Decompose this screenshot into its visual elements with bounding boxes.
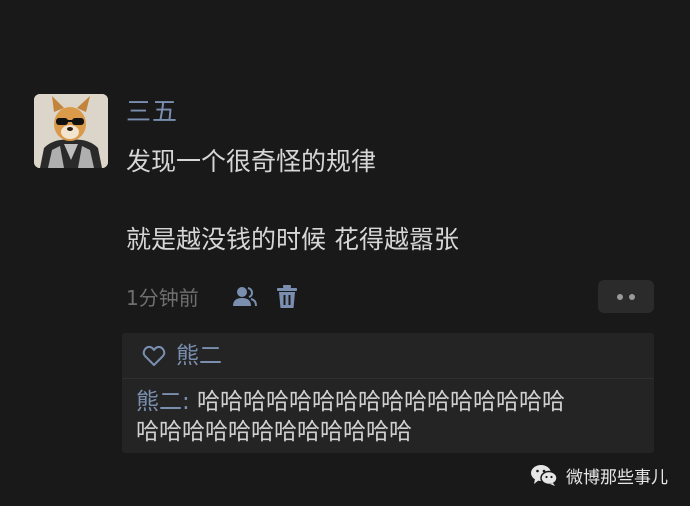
post-text-line-1: 发现一个很奇怪的规律 xyxy=(126,147,377,176)
heart-icon xyxy=(142,345,166,366)
post-timestamp: 1分钟前 xyxy=(126,286,199,310)
comment-author[interactable]: 熊二: xyxy=(136,389,190,415)
like-user-name[interactable]: 熊二 xyxy=(176,341,222,371)
post-username[interactable]: 三五 xyxy=(126,96,178,128)
comment-divider xyxy=(122,378,654,379)
more-options-button[interactable] xyxy=(598,280,654,313)
privacy-button[interactable] xyxy=(230,283,258,311)
avatar[interactable] xyxy=(34,94,108,168)
more-dots-icon xyxy=(617,293,623,300)
watermark: 微博那些事儿 xyxy=(530,461,668,489)
comment-box: 熊二 熊二: 哈哈哈哈哈哈哈哈哈哈哈哈哈哈哈哈 哈哈哈哈哈哈哈哈哈哈哈哈 xyxy=(122,333,654,453)
delete-button[interactable] xyxy=(273,283,301,311)
person-icon xyxy=(233,287,257,307)
comment-text: 熊二: 哈哈哈哈哈哈哈哈哈哈哈哈哈哈哈哈 xyxy=(136,387,565,417)
watermark-text: 微博那些事儿 xyxy=(566,467,668,488)
likes-row: 熊二 xyxy=(142,341,222,371)
comment-text-line-1: 哈哈哈哈哈哈哈哈哈哈哈哈哈哈哈哈 xyxy=(189,389,566,415)
more-dots-icon xyxy=(629,293,635,300)
wechat-icon xyxy=(531,465,558,486)
post-text-line-2: 就是越没钱的时候 花得越嚣张 xyxy=(126,225,459,254)
comment-text-line-2: 哈哈哈哈哈哈哈哈哈哈哈哈 xyxy=(136,419,412,445)
avatar-dog-sunglasses-image xyxy=(34,94,108,168)
trash-icon xyxy=(277,285,297,308)
